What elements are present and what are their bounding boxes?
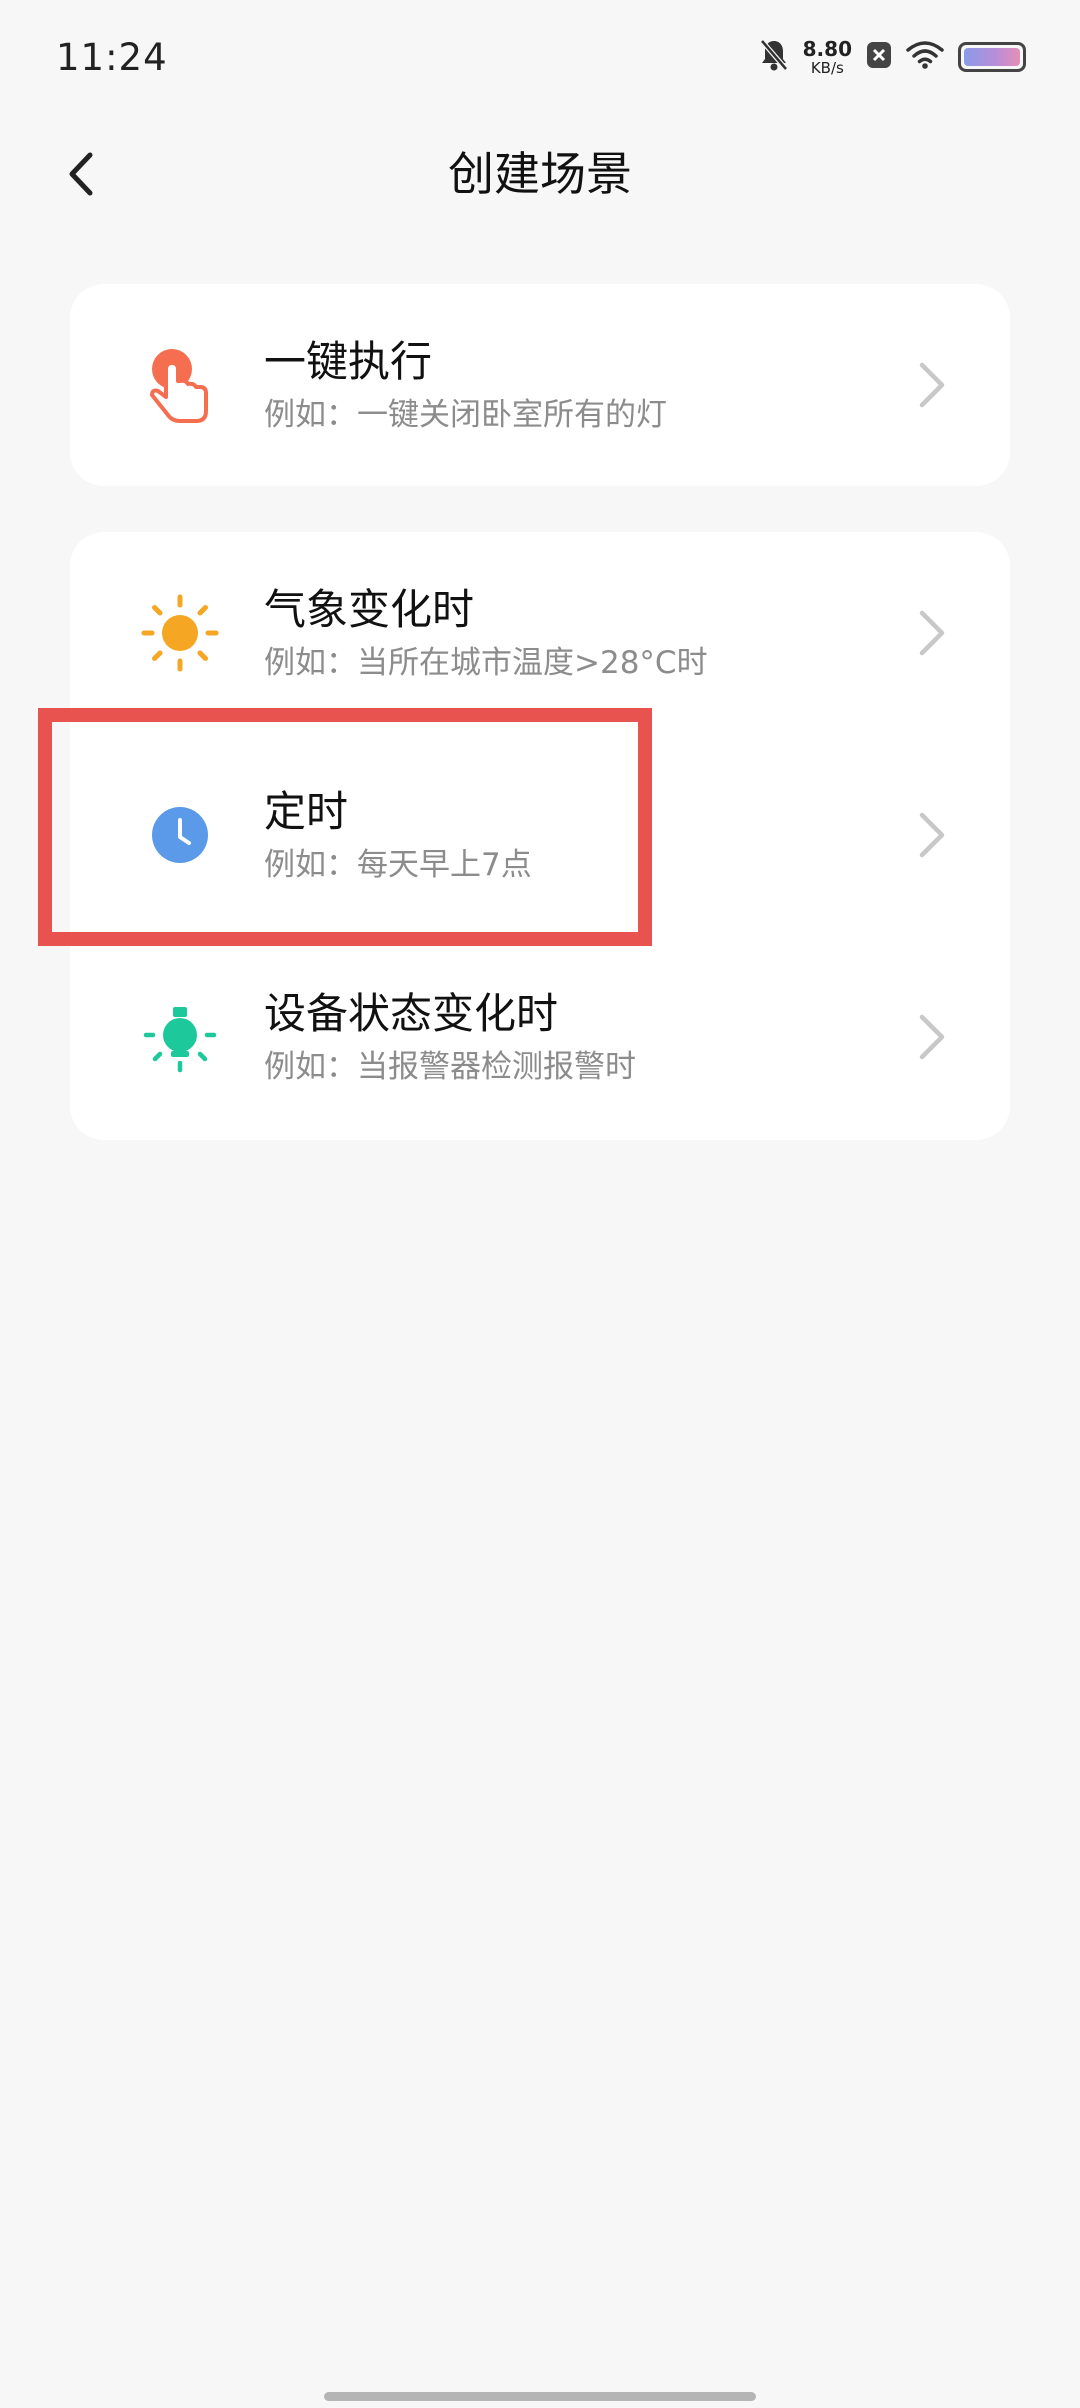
light-bulb-icon xyxy=(130,987,230,1087)
network-speed: 8.80 KB/s xyxy=(803,39,852,76)
chevron-right-icon xyxy=(919,812,945,858)
chevron-right-icon xyxy=(919,1014,945,1060)
home-indicator[interactable] xyxy=(324,2392,756,2401)
scene-card-auto: 气象变化时 例如：当所在城市温度>28°C时 定时 例如：每天早上7点 设备状态… xyxy=(70,532,1010,1140)
option-title: 气象变化时 xyxy=(264,585,475,635)
status-icons: 8.80 KB/s xyxy=(759,38,1026,76)
battery-icon xyxy=(958,42,1026,72)
option-texts: 气象变化时 例如：当所在城市温度>28°C时 xyxy=(264,584,708,682)
option-title: 定时 xyxy=(264,787,349,837)
option-title: 一键执行 xyxy=(264,337,433,387)
option-texts: 设备状态变化时 例如：当报警器检测报警时 xyxy=(264,988,636,1086)
status-bar: 11:24 8.80 KB/s xyxy=(0,0,1080,124)
tap-hand-icon xyxy=(130,335,230,435)
network-speed-value: 8.80 xyxy=(802,36,852,61)
battery-level xyxy=(964,48,1020,66)
mute-bell-icon xyxy=(759,38,789,76)
status-time: 11:24 xyxy=(56,36,168,79)
notification-x-icon xyxy=(866,40,892,74)
scene-option-one-click[interactable]: 一键执行 例如：一键关闭卧室所有的灯 xyxy=(70,284,1010,486)
network-speed-unit: KB/s xyxy=(810,58,844,77)
scene-option-timer[interactable]: 定时 例如：每天早上7点 xyxy=(70,734,1010,936)
option-description: 例如：每天早上7点 xyxy=(264,846,532,883)
scene-card-manual: 一键执行 例如：一键关闭卧室所有的灯 xyxy=(70,284,1010,486)
option-texts: 一键执行 例如：一键关闭卧室所有的灯 xyxy=(264,336,667,434)
option-description: 例如：当所在城市温度>28°C时 xyxy=(264,644,708,681)
chevron-right-icon xyxy=(919,610,945,656)
chevron-right-icon xyxy=(919,362,945,408)
option-description: 例如：当报警器检测报警时 xyxy=(264,1048,636,1085)
sun-icon xyxy=(130,583,230,683)
header: 创建场景 xyxy=(0,124,1080,264)
page-title: 创建场景 xyxy=(448,147,632,201)
clock-icon xyxy=(130,785,230,885)
option-texts: 定时 例如：每天早上7点 xyxy=(264,786,532,884)
scene-option-weather[interactable]: 气象变化时 例如：当所在城市温度>28°C时 xyxy=(70,532,1010,734)
option-title: 设备状态变化时 xyxy=(264,989,559,1039)
option-description: 例如：一键关闭卧室所有的灯 xyxy=(264,396,667,433)
wifi-icon xyxy=(906,40,944,74)
scene-option-device-state[interactable]: 设备状态变化时 例如：当报警器检测报警时 xyxy=(70,936,1010,1138)
